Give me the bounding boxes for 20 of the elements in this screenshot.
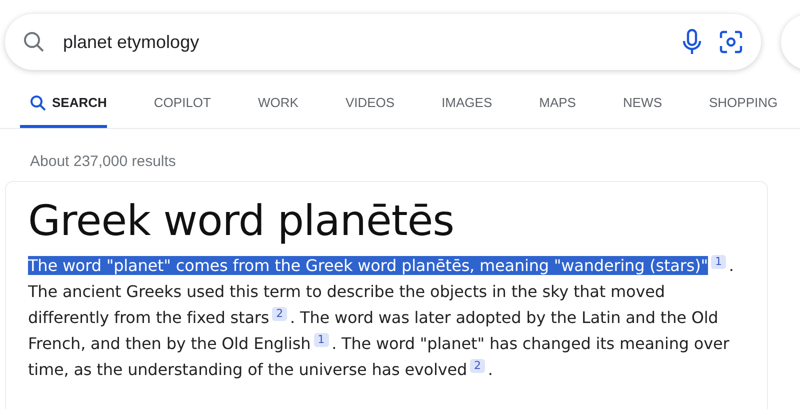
tab[interactable]: MAPS bbox=[492, 90, 576, 128]
tab[interactable]: NEWS bbox=[576, 90, 662, 128]
tab[interactable]: SHOPPING bbox=[662, 90, 778, 128]
citation-link[interactable]: 1 bbox=[314, 333, 329, 347]
microphone-icon[interactable] bbox=[682, 29, 701, 55]
answer-title: Greek word planētēs bbox=[28, 196, 456, 245]
answer-paragraph: The word "planet" comes from the Greek word planētēs, meaning "wandering (stars)" 1 . The ancient Greeks used this term to describe the objects in the sky that moved differently from the fixed stars 2 . The word was later adopted by the Latin and the Old French, and then by the Old English 1 . The word "planet" has changed its meaning over time, as the understanding of the universe has evolved 2 . bbox=[28, 254, 735, 381]
search-icon[interactable] bbox=[23, 31, 45, 53]
result-count: About 237,000 results bbox=[29, 152, 177, 172]
citation-link[interactable]: 1 bbox=[711, 255, 726, 269]
tab[interactable]: VIDEOS bbox=[298, 90, 395, 128]
citation-link[interactable]: 2 bbox=[470, 359, 485, 373]
tab[interactable]: WORK bbox=[210, 90, 298, 128]
search-icon bbox=[30, 95, 46, 111]
search-input[interactable]: planet etymology bbox=[63, 32, 665, 52]
tab[interactable]: SEARCH bbox=[20, 90, 107, 128]
camera-icon[interactable] bbox=[718, 30, 743, 54]
tab[interactable]: COPILOT bbox=[106, 90, 211, 128]
tab[interactable]: IMAGES bbox=[394, 90, 492, 128]
citation-link[interactable]: 2 bbox=[272, 307, 288, 321]
